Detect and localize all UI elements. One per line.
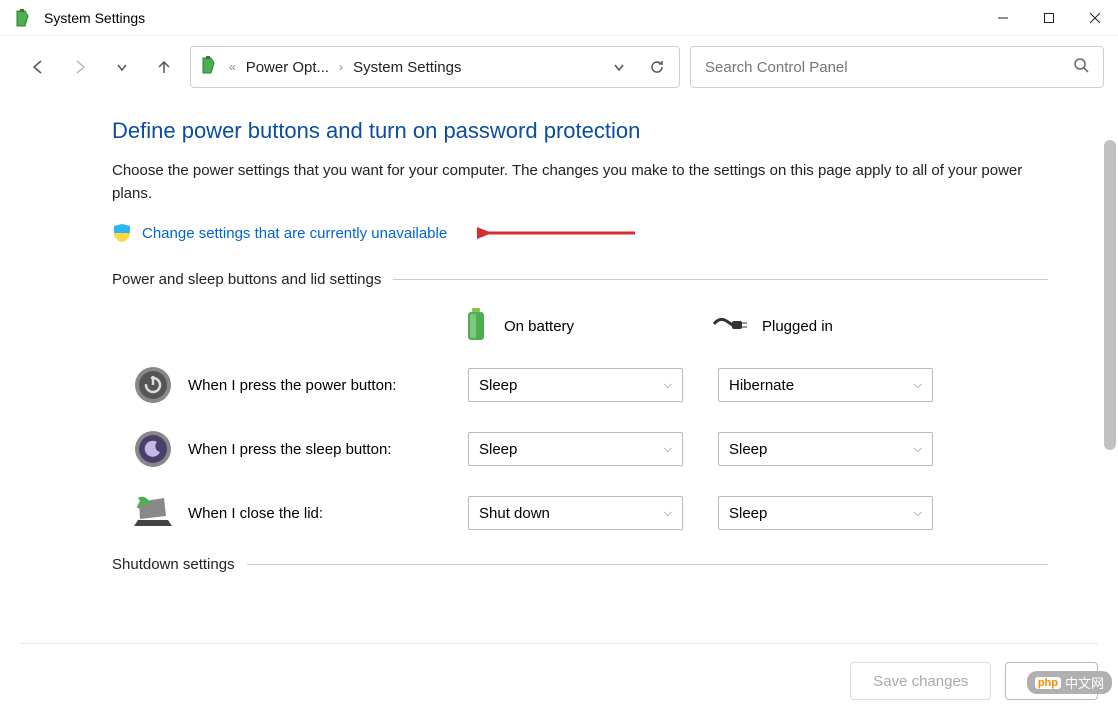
row-lid-label: When I close the lid:	[188, 505, 468, 522]
row-sleep-button: When I press the sleep button: Sleep⌵ Sl…	[132, 428, 1048, 470]
breadcrumb-prefix: «	[229, 60, 236, 74]
shield-icon	[112, 223, 132, 243]
column-plugged-in: Plugged in	[712, 306, 962, 346]
column-plugged-label: Plugged in	[762, 318, 833, 335]
address-dropdown-button[interactable]	[605, 53, 633, 81]
chevron-down-icon: ⌵	[914, 507, 922, 520]
lid-plugged-select[interactable]: Sleep⌵	[718, 496, 933, 530]
section-shutdown: Shutdown settings	[112, 556, 1048, 573]
page-description: Choose the power settings that you want …	[112, 160, 1048, 205]
plug-icon	[712, 312, 748, 340]
search-box[interactable]	[690, 46, 1104, 88]
address-bar[interactable]: « Power Opt... › System Settings	[190, 46, 680, 88]
power-button-icon	[132, 364, 174, 406]
recent-locations-button[interactable]	[106, 51, 138, 83]
chevron-right-icon: ›	[339, 60, 343, 74]
forward-button[interactable]	[64, 51, 96, 83]
chevron-down-icon: ⌵	[914, 443, 922, 456]
breadcrumb-parent[interactable]: Power Opt...	[246, 59, 329, 76]
section1-title: Power and sleep buttons and lid settings	[112, 271, 381, 288]
close-button[interactable]	[1072, 0, 1118, 36]
row-power-label: When I press the power button:	[188, 377, 468, 394]
app-icon	[12, 7, 34, 29]
section-divider	[247, 564, 1048, 565]
scrollbar[interactable]	[1104, 140, 1116, 450]
refresh-button[interactable]	[643, 53, 671, 81]
row-close-lid: When I close the lid: Shut down⌵ Sleep⌵	[132, 492, 1048, 534]
annotation-arrow	[477, 225, 637, 241]
search-icon[interactable]	[1073, 57, 1089, 78]
save-button[interactable]: Save changes	[850, 662, 991, 700]
row-sleep-label: When I press the sleep button:	[188, 441, 468, 458]
page-heading: Define power buttons and turn on passwor…	[112, 118, 1048, 144]
row-power-button: When I press the power button: Sleep⌵ Hi…	[132, 364, 1048, 406]
change-settings-link[interactable]: Change settings that are currently unava…	[142, 225, 447, 242]
lid-icon	[132, 492, 174, 534]
watermark: php 中文网	[1027, 671, 1112, 694]
back-button[interactable]	[22, 51, 54, 83]
lid-battery-select[interactable]: Shut down⌵	[468, 496, 683, 530]
sleep-button-plugged-select[interactable]: Sleep⌵	[718, 432, 933, 466]
power-button-battery-select[interactable]: Sleep⌵	[468, 368, 683, 402]
sleep-button-icon	[132, 428, 174, 470]
battery-icon	[462, 306, 490, 346]
chevron-down-icon: ⌵	[664, 507, 672, 520]
section-divider	[393, 279, 1048, 280]
chevron-down-icon: ⌵	[664, 443, 672, 456]
section2-title: Shutdown settings	[112, 556, 235, 573]
chevron-down-icon: ⌵	[914, 379, 922, 392]
column-on-battery: On battery	[462, 306, 712, 346]
watermark-text: 中文网	[1065, 673, 1104, 692]
breadcrumb-current[interactable]: System Settings	[353, 59, 461, 76]
titlebar: System Settings	[0, 0, 1118, 36]
section-power-sleep: Power and sleep buttons and lid settings	[112, 271, 1048, 288]
minimize-button[interactable]	[980, 0, 1026, 36]
up-button[interactable]	[148, 51, 180, 83]
maximize-button[interactable]	[1026, 0, 1072, 36]
address-app-icon	[199, 55, 219, 80]
power-button-plugged-select[interactable]: Hibernate⌵	[718, 368, 933, 402]
chevron-down-icon: ⌵	[664, 379, 672, 392]
sleep-button-battery-select[interactable]: Sleep⌵	[468, 432, 683, 466]
toolbar: « Power Opt... › System Settings	[0, 36, 1118, 98]
watermark-brand: php	[1035, 677, 1061, 689]
content-area: Define power buttons and turn on passwor…	[0, 98, 1118, 638]
window-title: System Settings	[44, 10, 980, 26]
footer: Save changes Cancel	[20, 643, 1098, 700]
column-battery-label: On battery	[504, 318, 574, 335]
search-input[interactable]	[705, 59, 1073, 76]
